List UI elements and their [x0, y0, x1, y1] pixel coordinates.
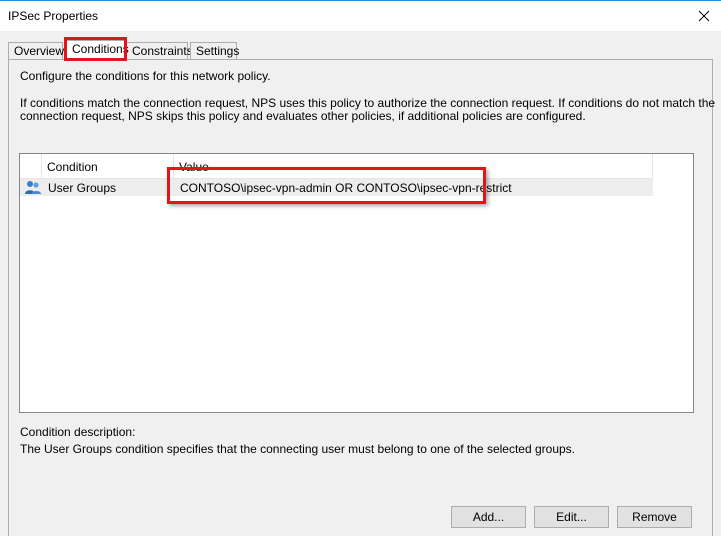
tab-label: Constraints — [132, 44, 193, 58]
window-title: IPSec Properties — [8, 9, 99, 23]
column-separator — [652, 154, 653, 178]
tab-label: Settings — [196, 44, 240, 58]
intro-text: Configure the conditions for this networ… — [20, 69, 271, 83]
condition-description-text: The User Groups condition specifies that… — [20, 442, 575, 456]
close-button[interactable] — [687, 1, 721, 31]
add-button[interactable]: Add... — [451, 506, 526, 528]
user-group-icon — [25, 181, 41, 194]
tab-settings[interactable]: Settings — [190, 42, 240, 59]
edit-button[interactable]: Edit... — [534, 506, 609, 528]
description-line-2: connection request, NPS skips this polic… — [20, 109, 586, 123]
condition-description-label: Condition description: — [20, 425, 136, 439]
remove-button[interactable]: Remove — [617, 506, 692, 528]
tab-overview[interactable]: Overview — [8, 42, 65, 59]
tab-highlight-box — [64, 37, 127, 61]
close-icon — [698, 10, 710, 22]
title-bar: IPSec Properties — [0, 0, 721, 31]
cell-condition: User Groups — [48, 181, 117, 195]
value-highlight-box — [167, 167, 486, 204]
tab-label: Overview — [14, 44, 65, 58]
tab-constraints[interactable]: Constraints — [126, 42, 193, 59]
column-separator — [41, 154, 42, 178]
column-header-condition[interactable]: Condition — [47, 160, 98, 174]
